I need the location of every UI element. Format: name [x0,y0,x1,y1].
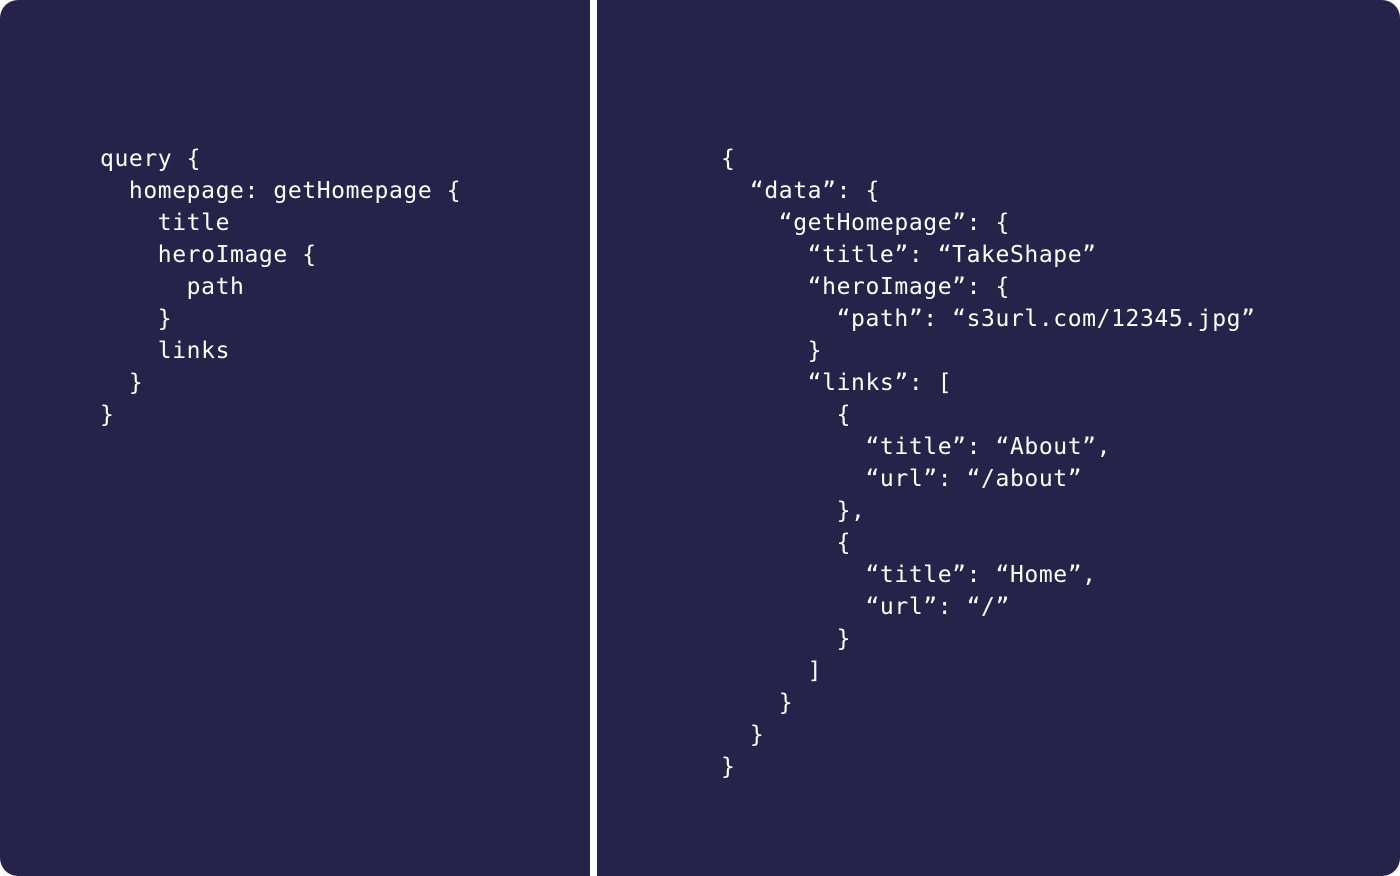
code-line: }, [721,498,866,524]
code-line: { [721,146,736,172]
code-line: } [721,690,794,716]
code-line: path [100,274,245,300]
code-line: } [100,306,173,332]
code-line: heroImage { [100,242,317,268]
query-panel: query { homepage: getHomepage { title he… [0,0,590,876]
code-line: “title”: “About”, [721,434,1112,460]
code-line: links [100,338,231,364]
code-line: } [100,370,144,396]
code-line: title [100,210,231,236]
code-line: query { [100,146,202,172]
code-line: “links”: [ [721,370,953,396]
code-line: } [721,626,852,652]
code-line: “data”: { [721,178,880,204]
code-line: } [721,338,823,364]
code-line: “getHomepage”: { [721,210,1010,236]
code-line: “url”: “/about” [721,466,1083,492]
code-line: { [721,530,852,556]
code-line: “heroImage”: { [721,274,1010,300]
code-comparison: query { homepage: getHomepage { title he… [0,0,1400,876]
code-line: } [721,722,765,748]
code-line: ] [721,658,823,684]
code-line: “url”: “/” [721,594,1010,620]
query-code-block: query { homepage: getHomepage { title he… [100,143,461,431]
response-code-block: { “data”: { “getHomepage”: { “title”: “T… [721,143,1256,783]
code-line: “title”: “Home”, [721,562,1097,588]
code-line: “path”: “s3url.com/12345.jpg” [721,306,1256,332]
code-line: homepage: getHomepage { [100,178,462,204]
code-line: “title”: “TakeShape” [721,242,1097,268]
response-panel: { “data”: { “getHomepage”: { “title”: “T… [597,0,1400,876]
code-line: } [721,754,736,780]
code-line: { [721,402,852,428]
code-line: } [100,402,115,428]
